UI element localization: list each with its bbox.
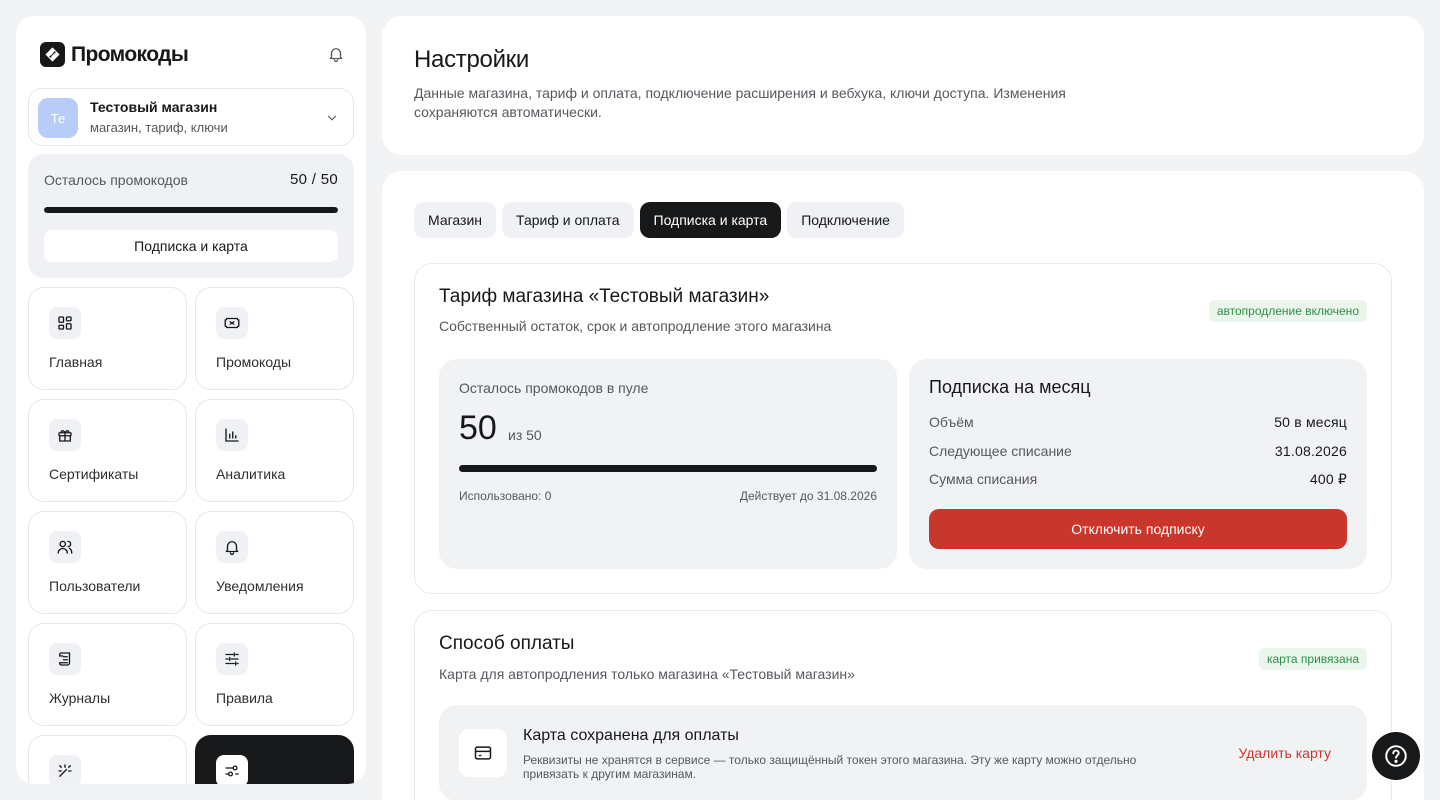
nav-grid: Главная Промокоды Сертификаты Аналитика … — [28, 287, 354, 784]
sidebar: Промокоды Те Тестовый магазин магазин, т… — [16, 16, 366, 784]
pool-remaining: 50 — [459, 409, 497, 447]
pool-used: Использовано: 0 — [459, 489, 552, 503]
nav-tile-certificates[interactable]: Сертификаты — [28, 399, 187, 502]
scroll-icon — [49, 643, 81, 675]
subscription-row: Следующее списание 31.08.2026 — [929, 443, 1347, 459]
store-subtitle: магазин, тариф, ключи — [90, 120, 228, 135]
credit-card-icon — [459, 729, 507, 777]
tab-connection[interactable]: Подключение — [787, 202, 904, 238]
subscription-row: Объём 50 в месяц — [929, 414, 1347, 430]
page-header: Настройки Данные магазина, тариф и оплат… — [382, 16, 1424, 155]
row-value: 400 ₽ — [1309, 471, 1347, 487]
nav-tile-logs[interactable]: Журналы — [28, 623, 187, 726]
gift-icon — [49, 419, 81, 451]
users-icon — [49, 531, 81, 563]
tab-plan-payment[interactable]: Тариф и оплата — [502, 202, 634, 238]
brand[interactable]: Промокоды — [40, 42, 189, 67]
nav-label: Правила — [216, 690, 273, 706]
quota-progress-fill — [44, 207, 338, 213]
row-key: Сумма списания — [929, 471, 1038, 487]
subscription-button[interactable]: Подписка и карта — [44, 230, 338, 262]
row-value: 31.08.2026 — [1274, 443, 1347, 459]
nav-label: Аналитика — [216, 466, 286, 482]
quota-label: Осталось промокодов — [44, 172, 188, 188]
nav-tile-rules[interactable]: Правила — [195, 623, 354, 726]
bell-icon — [216, 531, 248, 563]
bar-chart-icon — [216, 419, 248, 451]
magic-wand-icon — [49, 755, 81, 784]
nav-tile-analytics[interactable]: Аналитика — [195, 399, 354, 502]
payment-subtitle: Карта для автопродления только магазина … — [439, 666, 855, 682]
saved-card-title: Карта сохранена для оплаты — [523, 727, 739, 744]
page-title: Настройки — [414, 46, 529, 73]
plan-card: Тариф магазина «Тестовый магазин» Собств… — [414, 263, 1392, 594]
nav-label: Сертификаты — [49, 466, 139, 482]
pool-box: Осталось промокодов в пуле 50 из 50 Испо… — [439, 359, 897, 569]
payment-card: Способ оплаты Карта для автопродления то… — [414, 610, 1392, 800]
store-selector[interactable]: Те Тестовый магазин магазин, тариф, ключ… — [28, 88, 354, 146]
nav-tile-notifications[interactable]: Уведомления — [195, 511, 354, 614]
pool-valid-until: Действует до 31.08.2026 — [739, 489, 877, 503]
row-key: Объём — [929, 414, 974, 430]
store-avatar: Те — [38, 98, 78, 138]
cancel-subscription-button[interactable]: Отключить подписку — [929, 509, 1347, 549]
plan-title: Тариф магазина «Тестовый магазин» — [439, 286, 770, 307]
subscription-title: Подписка на месяц — [929, 377, 1091, 397]
ticket-icon — [216, 307, 248, 339]
nav-tile-wizard[interactable] — [28, 735, 187, 784]
saved-card-description: Реквизиты не хранятся в сервисе — только… — [523, 753, 1137, 781]
settings-tabs: Магазин Тариф и оплата Подписка и карта … — [414, 202, 904, 238]
quota-card: Осталось промокодов 50 / 50 Подписка и к… — [28, 154, 354, 278]
help-icon[interactable] — [1372, 732, 1420, 780]
pool-progress-bar — [459, 465, 877, 472]
nav-tile-users[interactable]: Пользователи — [28, 511, 187, 614]
autorenew-badge: автопродление включено — [1208, 300, 1367, 322]
pool-label: Осталось промокодов в пуле — [459, 380, 649, 396]
page-description: Данные магазина, тариф и оплата, подключ… — [414, 85, 1066, 120]
nav-tile-home[interactable]: Главная — [28, 287, 187, 390]
nav-label: Журналы — [49, 690, 111, 706]
subscription-box: Подписка на месяц Объём 50 в месяц Следу… — [909, 359, 1367, 569]
brand-name: Промокоды — [71, 42, 189, 66]
row-key: Следующее списание — [929, 443, 1072, 459]
quota-value: 50 / 50 — [290, 171, 338, 188]
plan-subtitle: Собственный остаток, срок и автопродлени… — [439, 318, 832, 334]
settings-icon — [216, 755, 248, 784]
nav-tile-settings[interactable] — [195, 735, 354, 784]
nav-label: Уведомления — [216, 578, 304, 594]
row-value: 50 в месяц — [1274, 414, 1347, 430]
nav-tile-promocodes[interactable]: Промокоды — [195, 287, 354, 390]
dashboard-icon — [49, 307, 81, 339]
payment-title: Способ оплаты — [439, 633, 575, 654]
pool-total: из 50 — [508, 427, 542, 443]
delete-card-link[interactable]: Удалить карту — [1238, 745, 1331, 761]
nav-label: Главная — [49, 354, 103, 370]
notifications-bell-icon[interactable] — [325, 43, 347, 65]
quota-progress-bar — [44, 207, 338, 213]
nav-label: Пользователи — [49, 578, 141, 594]
nav-label: Промокоды — [216, 354, 292, 370]
saved-card-box: Карта сохранена для оплаты Реквизиты не … — [439, 705, 1367, 800]
card-linked-badge: карта привязана — [1258, 648, 1367, 670]
sliders-icon — [216, 643, 248, 675]
brand-logo-icon — [40, 42, 65, 67]
subscription-row: Сумма списания 400 ₽ — [929, 471, 1347, 488]
pool-progress-fill — [459, 465, 877, 472]
tab-subscription-card[interactable]: Подписка и карта — [639, 202, 782, 238]
store-name: Тестовый магазин — [90, 99, 218, 115]
tab-store[interactable]: Магазин — [414, 202, 497, 238]
chevron-down-icon — [327, 115, 337, 121]
settings-panel: Магазин Тариф и оплата Подписка и карта … — [382, 171, 1424, 800]
